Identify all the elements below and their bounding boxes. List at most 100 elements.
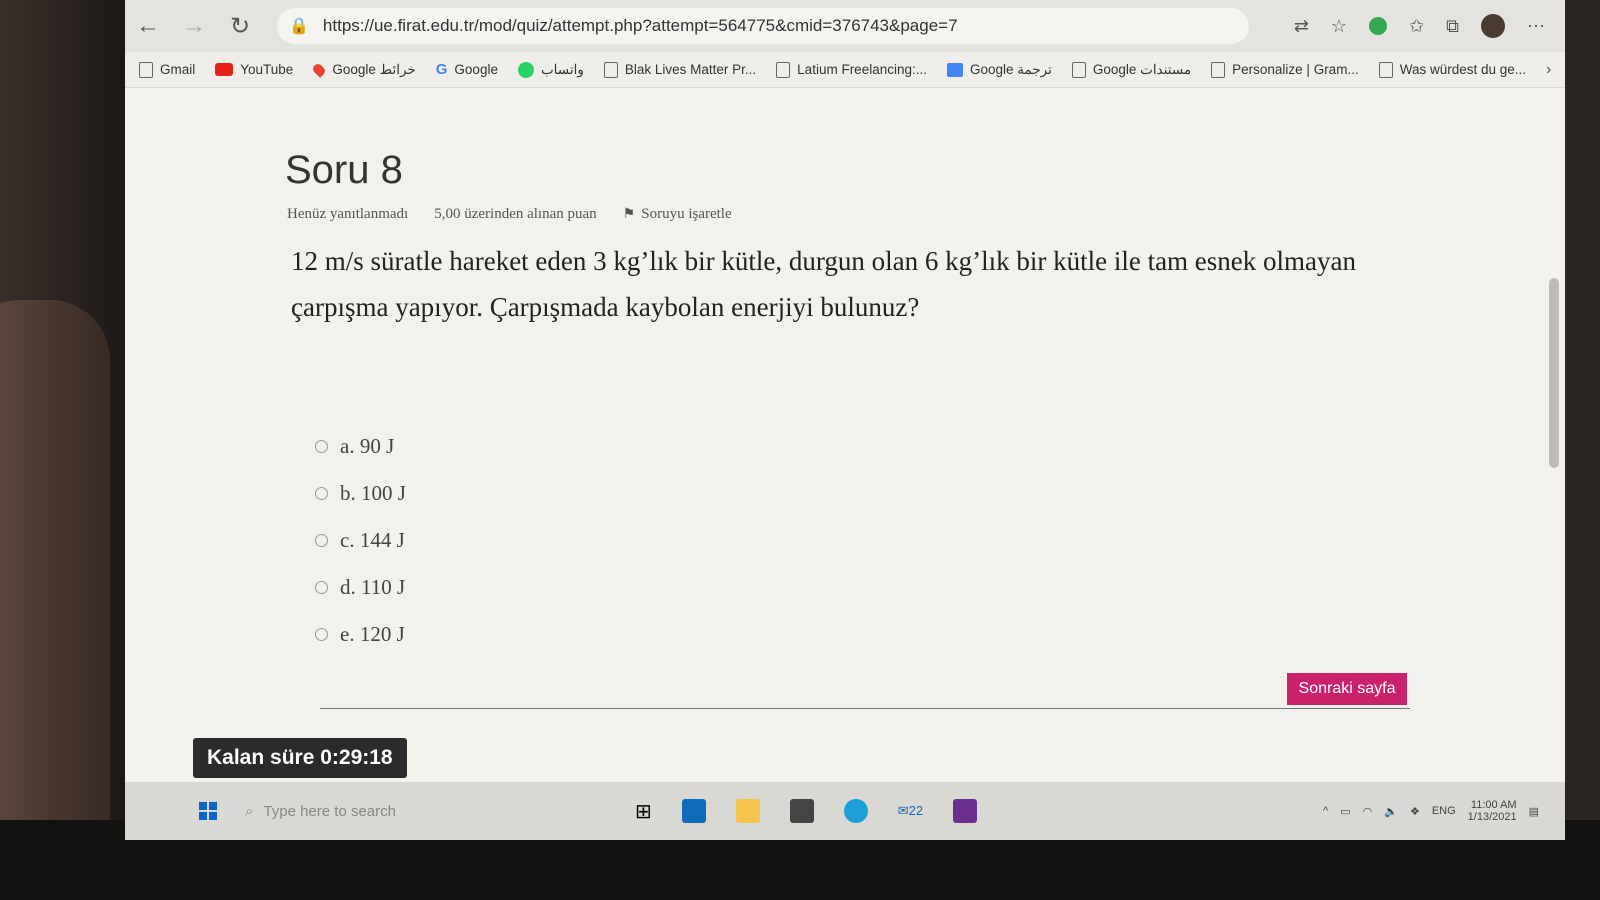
battery-icon[interactable]: ▭: [1340, 805, 1350, 818]
answer-option-b[interactable]: b. 100 J: [315, 470, 406, 517]
chevron-right-icon[interactable]: ›: [1546, 61, 1565, 79]
app-icon[interactable]: [953, 799, 978, 823]
windows-start-icon[interactable]: [199, 802, 217, 820]
bookmarks-bar: Gmail YouTube Google خرائط G Google واتسا…: [125, 52, 1565, 88]
next-page-button[interactable]: Sonraki sayfa: [1287, 673, 1407, 705]
scrollbar[interactable]: [1549, 278, 1559, 468]
quiz-page: Soru 8 Henüz yanıtlanmadı 5,00 üzerinden…: [125, 88, 1565, 840]
page-icon: [1378, 61, 1393, 78]
answer-option-c[interactable]: c. 144 J: [315, 517, 406, 564]
reload-button[interactable]: ↻: [217, 6, 263, 46]
page-icon: [1071, 61, 1086, 78]
divider: [320, 708, 1410, 709]
taskbar-search[interactable]: ⌕ Type here to search: [245, 803, 605, 820]
answer-label: a. 90 J: [340, 434, 395, 458]
bookmark-label: Google مستندات: [1092, 61, 1192, 77]
url-field[interactable]: 🔒 https://ue.firat.edu.tr/mod/quiz/attem…: [277, 8, 1249, 44]
youtube-icon: [215, 63, 234, 76]
google-icon: G: [435, 61, 448, 78]
translate-page-icon[interactable]: ⇄: [1294, 16, 1309, 37]
radio-button[interactable]: [315, 628, 328, 641]
mail-badge: 22: [908, 803, 924, 818]
answer-label: d. 110 J: [340, 575, 406, 599]
points-label: 5,00 üzerinden alınan puan: [434, 206, 597, 222]
clock[interactable]: 11:00 AM 1/13/2021: [1468, 799, 1517, 823]
address-bar: ← → ↻ 🔒 https://ue.firat.edu.tr/mod/quiz…: [125, 0, 1565, 52]
clock-time: 11:00 AM: [1470, 799, 1517, 811]
bookmark-whatsapp[interactable]: واتساب: [517, 61, 584, 78]
bookmark-latium[interactable]: Latium Freelancing:...: [776, 61, 927, 78]
notification-icon[interactable]: ▤: [1529, 805, 1539, 818]
whatsapp-icon: [517, 61, 534, 78]
mail-icon[interactable]: ✉22: [898, 803, 923, 819]
answer-label: e. 120 J: [340, 622, 405, 646]
store-icon[interactable]: [789, 799, 814, 823]
bookmark-label: Latium Freelancing:...: [797, 62, 927, 77]
favorites-icon[interactable]: ✩: [1409, 16, 1424, 37]
question-info: Henüz yanıtlanmadı 5,00 üzerinden alınan…: [287, 206, 732, 223]
url-text: https://ue.firat.edu.tr/mod/quiz/attempt…: [322, 16, 958, 35]
hand: [0, 300, 110, 900]
page-icon: [776, 61, 791, 78]
browser-toolbar-icons: ⇄ ☆ ✩ ⧉ ⋯: [1294, 14, 1565, 38]
lock-icon: 🔒: [289, 18, 309, 35]
language-indicator[interactable]: ENG: [1432, 805, 1456, 817]
bookmark-blm[interactable]: Blak Lives Matter Pr...: [603, 61, 757, 78]
forward-button[interactable]: →: [171, 6, 217, 46]
question-number: Soru 8: [285, 148, 403, 192]
radio-button[interactable]: [315, 487, 328, 500]
bookmark-gmail[interactable]: Gmail: [139, 61, 196, 78]
bookmark-label: YouTube: [240, 62, 294, 77]
answer-status: Henüz yanıtlanmadı: [287, 206, 409, 222]
bookmark-label: Was würdest du ge...: [1399, 62, 1527, 77]
time-remaining: Kalan süre 0:29:18: [193, 738, 407, 778]
bookmark-google-translate[interactable]: Google ترجمة: [946, 61, 1052, 78]
back-button[interactable]: ←: [125, 6, 171, 46]
translate-icon: [946, 62, 963, 77]
bookmark-label: Google: [454, 62, 498, 77]
system-tray: ^ ▭ ◠ 🔈 ❖ ENG 11:00 AM 1/13/2021 ▤: [1323, 799, 1565, 823]
answer-option-d[interactable]: d. 110 J: [315, 564, 406, 611]
dropbox-icon[interactable]: ❖: [1410, 805, 1420, 818]
answer-option-a[interactable]: a. 90 J: [315, 423, 406, 470]
extension-icon[interactable]: [1369, 17, 1388, 35]
search-icon: ⌕: [245, 802, 254, 820]
radio-button[interactable]: [315, 581, 328, 594]
chevron-up-icon[interactable]: ^: [1323, 805, 1328, 817]
bookmark-label: Google ترجمة: [969, 61, 1052, 77]
bookmark-was-wurdest[interactable]: Was würdest du ge...: [1378, 61, 1527, 78]
flag-label: Soruyu işaretle: [641, 206, 732, 222]
answer-options: a. 90 J b. 100 J c. 144 J d. 110 J e. 12…: [315, 423, 406, 658]
flag-question-link[interactable]: ⚑ Soruyu işaretle: [623, 206, 732, 223]
answer-option-e[interactable]: e. 120 J: [315, 611, 406, 658]
screen: ← → ↻ 🔒 https://ue.firat.edu.tr/mod/quiz…: [125, 0, 1565, 840]
collections-icon[interactable]: ⧉: [1446, 16, 1459, 37]
edge-icon[interactable]: [843, 799, 868, 823]
page-icon: [139, 61, 153, 78]
radio-button[interactable]: [315, 440, 328, 453]
maps-icon: [311, 61, 328, 78]
bookmark-google[interactable]: G Google: [436, 61, 498, 78]
file-explorer-icon[interactable]: [735, 799, 760, 823]
bookmark-personalize[interactable]: Personalize | Gram...: [1211, 61, 1359, 78]
bookmark-google-maps[interactable]: Google خرائط: [311, 61, 416, 78]
bookmark-label: Personalize | Gram...: [1232, 62, 1359, 77]
outlook-icon[interactable]: [681, 799, 706, 823]
wifi-icon[interactable]: ◠: [1363, 805, 1373, 818]
clock-date: 1/13/2021: [1467, 811, 1517, 823]
bookmark-label: Google خرائط: [332, 61, 416, 77]
question-text: 12 m/s süratle hareket eden 3 kg’lık bir…: [291, 246, 1356, 322]
task-view-icon[interactable]: ⊞: [635, 799, 652, 824]
bookmark-youtube[interactable]: YouTube: [215, 62, 293, 77]
bookmark-label: واتساب: [540, 61, 584, 77]
flag-icon: ⚑: [622, 207, 636, 222]
more-menu-icon[interactable]: ⋯: [1527, 16, 1545, 37]
page-icon: [1211, 61, 1226, 78]
radio-button[interactable]: [315, 534, 328, 547]
bookmark-google-docs[interactable]: Google مستندات: [1071, 61, 1192, 78]
profile-avatar[interactable]: [1481, 14, 1505, 38]
volume-icon[interactable]: 🔈: [1384, 805, 1398, 818]
bookmark-label: Blak Lives Matter Pr...: [624, 62, 757, 77]
bookmark-label: Gmail: [160, 62, 196, 77]
favorite-star-icon[interactable]: ☆: [1331, 16, 1347, 37]
